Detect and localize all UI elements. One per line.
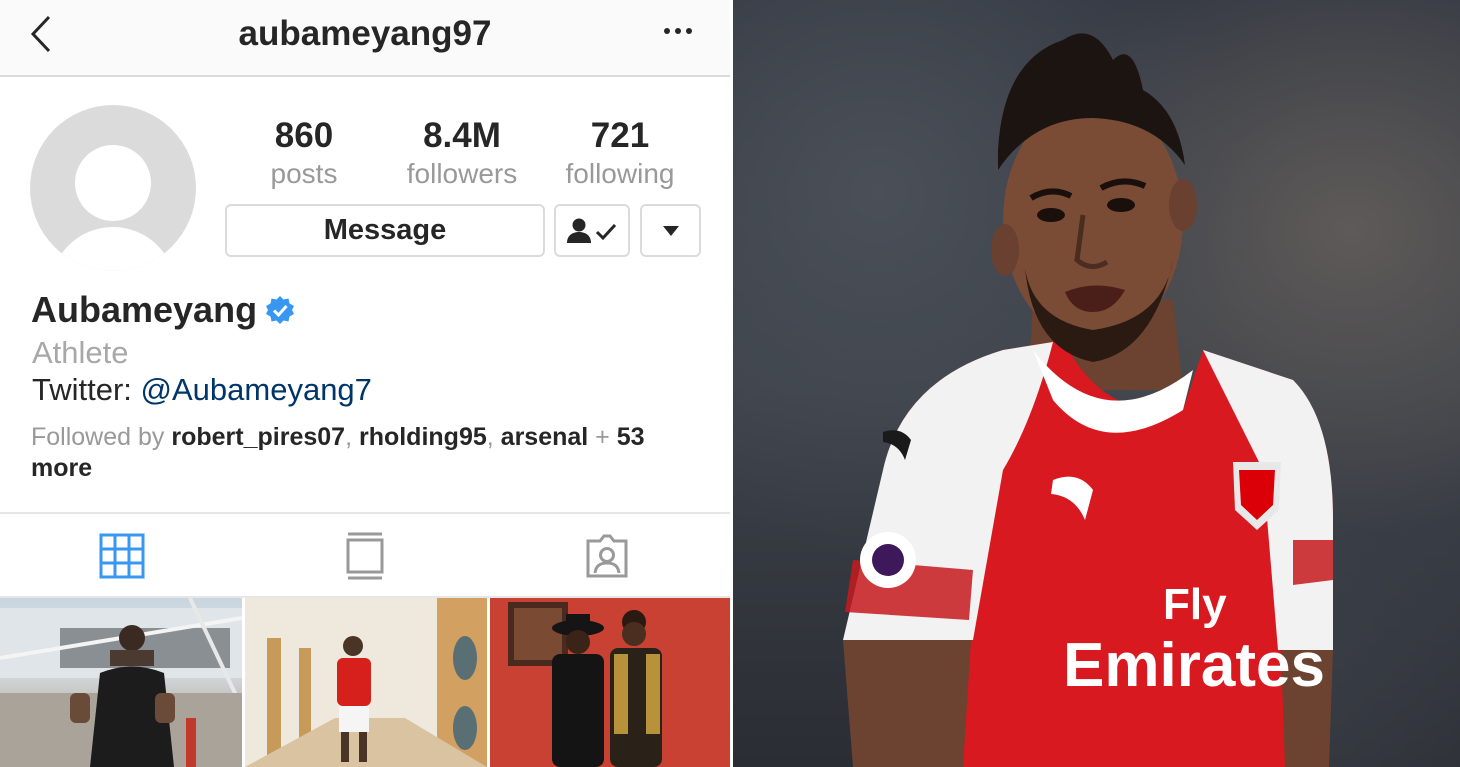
followed-by-user[interactable]: rholding95	[359, 423, 487, 451]
suggested-dropdown-button[interactable]	[640, 204, 701, 257]
following-count: 721	[590, 116, 650, 155]
profile-name-row: Aubameyang	[31, 289, 295, 331]
profile-username-title: aubameyang97	[238, 14, 492, 53]
message-button[interactable]: Message	[225, 204, 545, 257]
avatar-placeholder-head	[75, 145, 151, 221]
tab-tagged[interactable]	[582, 531, 632, 581]
followed-by-user[interactable]: arsenal	[501, 423, 589, 451]
shirt-sponsor-line2: Emirates	[1063, 631, 1325, 700]
instagram-profile-panel: aubameyang97 860 posts 8.4M followers 72…	[0, 0, 730, 767]
following-label: following	[565, 158, 675, 189]
more-dot-icon	[686, 28, 692, 34]
post-thumbnail[interactable]	[0, 598, 242, 767]
posts-label: posts	[270, 158, 338, 189]
followers-label: followers	[406, 158, 518, 189]
more-dot-icon	[664, 28, 670, 34]
post-photo-hallway	[245, 598, 487, 767]
shirt-sponsor-line1: Fly	[1163, 580, 1227, 629]
profile-bio: Twitter: @Aubameyang7	[32, 372, 372, 408]
followed-by-count: 53	[616, 423, 645, 451]
followed-by-text[interactable]: Followed by robert_pires07, rholding95, …	[31, 422, 711, 484]
caret-down-icon	[662, 225, 679, 236]
more-options-button[interactable]	[664, 28, 692, 34]
feed-icon	[346, 532, 384, 580]
post-photo-two-men	[490, 598, 730, 767]
post-thumbnail[interactable]	[245, 598, 487, 767]
followed-by-more: more	[31, 454, 93, 482]
following-stat[interactable]: 721 following	[545, 116, 695, 192]
tagged-person-icon	[586, 534, 628, 578]
profile-category: Athlete	[32, 335, 129, 370]
profile-avatar[interactable]	[30, 105, 196, 271]
profile-top-bar: aubameyang97	[0, 0, 730, 77]
person-check-icon	[567, 218, 617, 243]
profile-tab-bar	[0, 512, 730, 598]
followed-by-prefix: Followed by	[31, 423, 172, 451]
following-status-button[interactable]	[554, 204, 630, 257]
followers-stat[interactable]: 8.4M followers	[387, 116, 537, 192]
tab-feed[interactable]	[340, 531, 390, 581]
post-thumbnail[interactable]	[490, 598, 730, 767]
more-dot-icon	[675, 28, 681, 34]
posts-stat[interactable]: 860 posts	[229, 116, 379, 192]
grid-icon	[99, 533, 145, 579]
followers-count: 8.4M	[423, 116, 501, 155]
verified-badge-icon	[266, 296, 295, 324]
avatar-placeholder-body	[50, 227, 176, 271]
bio-prefix: Twitter:	[32, 372, 141, 407]
followed-by-user[interactable]: robert_pires07	[171, 423, 345, 451]
bio-twitter-link[interactable]: @Aubameyang7	[141, 372, 372, 407]
posts-count: 860	[274, 116, 334, 155]
followed-by-plus: +	[588, 423, 617, 451]
post-photo-stadium	[0, 598, 242, 767]
profile-name: Aubameyang	[31, 289, 258, 330]
player-photo: Fly Emirates	[733, 0, 1460, 767]
tab-grid[interactable]	[97, 531, 147, 581]
